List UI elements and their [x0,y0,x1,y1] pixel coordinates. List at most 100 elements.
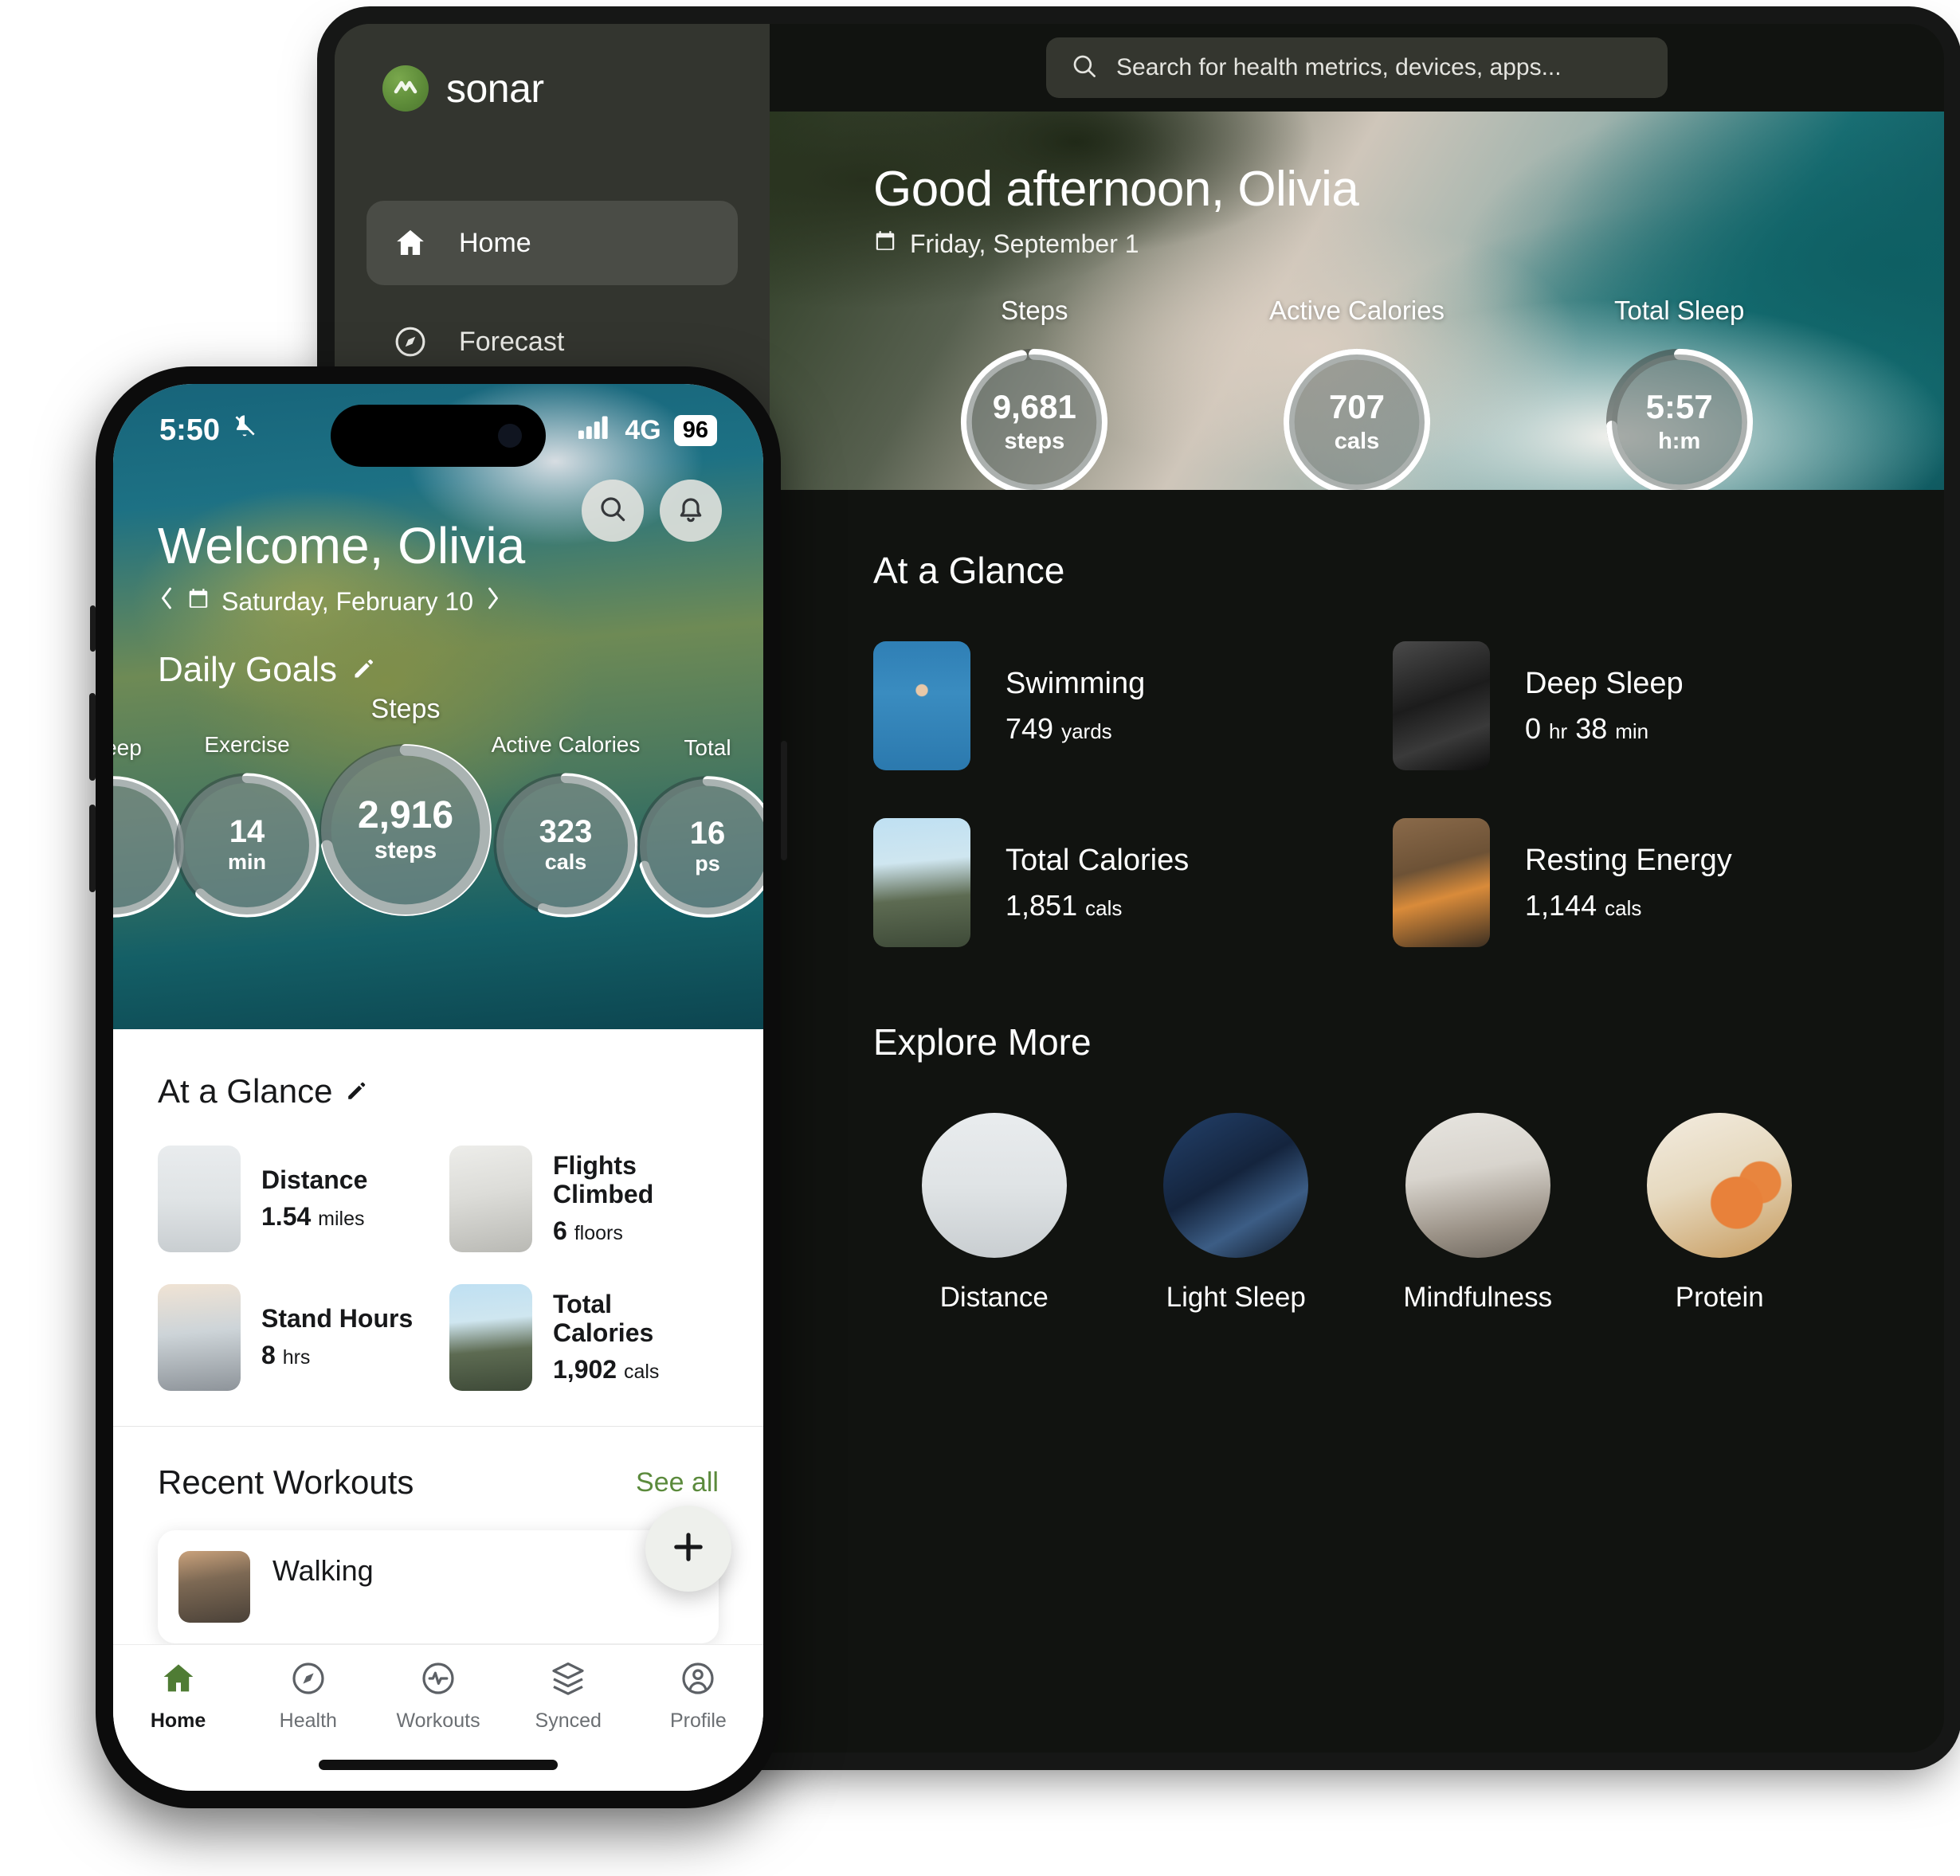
stat-ring-steps[interactable]: Steps 9,681 steps [873,296,1196,490]
phone-at-a-glance-header: At a Glance [158,1072,719,1110]
bell-slash-icon [231,413,258,448]
explore-item-mindfulness[interactable]: Mindfulness [1357,1113,1599,1314]
person-icon [679,1659,717,1702]
stat-ring-value: 707 [1328,388,1386,426]
daily-goal-label: Steps [370,694,441,724]
phone-volume-up-button[interactable] [89,693,96,781]
search-icon [1070,52,1099,84]
runner-photo [158,1146,241,1252]
daily-goals-title: Daily Goals [158,650,337,689]
phone-notifications-button[interactable] [660,480,722,542]
daily-goals-header: Daily Goals [113,617,763,690]
glance-card-deep-sleep[interactable]: Deep Sleep 0 hr 38 min [1393,641,1840,770]
workout-list-item[interactable]: Walking [158,1530,719,1643]
nav-item-profile[interactable]: Profile [633,1659,763,1733]
nav-item-label: Health [279,1710,337,1732]
chevron-right-icon[interactable] [484,586,502,617]
phone-glance-number: 1.54 [261,1202,312,1232]
glance-value-number: 1,144 [1525,888,1597,922]
daily-goal-ring-active-calories[interactable]: Active Calories 323 cals [488,733,644,922]
phone-at-a-glance-title: At a Glance [158,1072,333,1110]
nav-item-synced[interactable]: Synced [504,1659,633,1733]
daily-goal-value: 2,916 [357,793,454,836]
daily-goal-label: Exercise [204,732,290,758]
glance-value-unit: yards [1061,719,1112,743]
phone-search-button[interactable] [582,480,644,542]
phone-glance-value: 1,902 cals [553,1355,719,1384]
glance-value-number: 749 [1005,711,1054,745]
glance-value-unit-2: min [1615,719,1649,743]
plus-icon [668,1526,709,1572]
stat-ring-active-calories[interactable]: Active Calories 707 cals [1196,296,1519,490]
phone-volume-down-button[interactable] [89,805,96,892]
phone-glance-card-flights-climbed[interactable]: Flights Climbed 6 floors [449,1146,719,1252]
search-input[interactable]: Search for health metrics, devices, apps… [1046,37,1668,98]
daily-goal-ring-steps[interactable]: Steps 2,916 steps [312,695,499,923]
bell-icon [675,493,707,529]
stat-ring-value: 9,681 [992,388,1076,426]
home-indicator [319,1760,558,1770]
explore-item-label: Protein [1675,1282,1764,1313]
stat-ring-unit: cals [1334,428,1380,454]
hero-stat-rings: Steps 9,681 steps Active Calories 707 ca… [873,296,1944,490]
daily-goal-ring-total[interactable]: Total 16 ps [631,736,763,922]
phone-date-selector[interactable]: Saturday, February 10 [158,586,763,617]
workout-details [272,1594,374,1619]
stat-ring-total-sleep[interactable]: Total Sleep 5:57 h:m [1518,296,1840,490]
walking-photo [178,1551,250,1623]
stat-ring-label: Active Calories [1268,296,1445,325]
phone-mute-switch[interactable] [90,605,96,652]
standing-man-photo [158,1284,241,1391]
layers-icon [549,1659,587,1702]
glance-card-swimming[interactable]: Swimming 749 yards [873,641,1321,770]
phone-glance-name: Distance [261,1165,368,1194]
glance-card-total-calories[interactable]: Total Calories 1,851 cals [873,818,1321,947]
pencil-icon[interactable] [345,1072,367,1110]
network-type-label: 4G [625,414,661,445]
meditation-photo [1405,1113,1550,1258]
glance-card-resting-energy[interactable]: Resting Energy 1,144 cals [1393,818,1840,947]
at-a-glance-title: At a Glance [873,550,1065,591]
phone-glance-unit: floors [574,1222,623,1245]
daily-goal-ring-exercise[interactable]: Exercise 14 min [169,733,325,922]
glance-value-number-2: 38 [1575,711,1608,745]
see-all-link[interactable]: See all [636,1467,719,1498]
glance-value-unit: cals [1605,895,1642,920]
phone-glance-card-distance[interactable]: Distance 1.54 miles [158,1146,427,1252]
sidebar-item-label: Home [459,227,531,258]
sidebar-item-home[interactable]: Home [367,201,738,285]
daily-goal-unit: min [227,850,266,875]
explore-item-light-sleep[interactable]: Light Sleep [1115,1113,1358,1314]
daily-goal-label: Sleep [113,735,142,761]
glance-card-name: Resting Energy [1525,843,1732,877]
signal-bars-icon [578,415,612,446]
athlete-photo [449,1284,532,1391]
phone-screen: 5:50 4G 96 Welcome, Olivia Saturday, Feb… [113,384,763,1791]
stat-ring-unit: h:m [1658,428,1701,454]
recent-workouts-title: Recent Workouts [158,1463,414,1501]
brand-name: sonar [446,66,544,111]
phone-glance-card-stand-hours[interactable]: Stand Hours 8 hrs [158,1284,427,1391]
explore-more-section: Explore More Distance Light Sleep Mindfu… [873,1020,1840,1314]
nav-item-health[interactable]: Health [243,1659,373,1733]
workout-name: Walking [272,1554,374,1587]
at-a-glance-grid: Swimming 749 yards Deep Sleep 0 hr 38 mi… [873,641,1840,947]
phone-glance-name: Flights Climbed [553,1150,654,1208]
nav-item-label: Profile [669,1710,727,1732]
chevron-left-icon[interactable] [158,586,175,617]
nav-item-label: Workouts [396,1710,480,1732]
glance-card-name: Deep Sleep [1525,666,1684,700]
phone-glance-card-total-calories[interactable]: Total Calories 1,902 cals [449,1284,719,1391]
explore-item-label: Light Sleep [1166,1282,1306,1313]
add-workout-button[interactable] [645,1506,731,1592]
runner-photo [921,1113,1067,1258]
explore-item-distance[interactable]: Distance [873,1113,1115,1314]
pencil-icon[interactable] [351,650,375,690]
phone-power-button[interactable] [781,741,787,860]
nav-item-home[interactable]: Home [113,1659,243,1733]
front-camera-icon [498,424,522,448]
sidebar-item-label: Forecast [459,326,565,357]
athlete-photo [873,818,970,947]
nav-item-workouts[interactable]: Workouts [373,1659,503,1733]
explore-item-protein[interactable]: Protein [1599,1113,1841,1314]
